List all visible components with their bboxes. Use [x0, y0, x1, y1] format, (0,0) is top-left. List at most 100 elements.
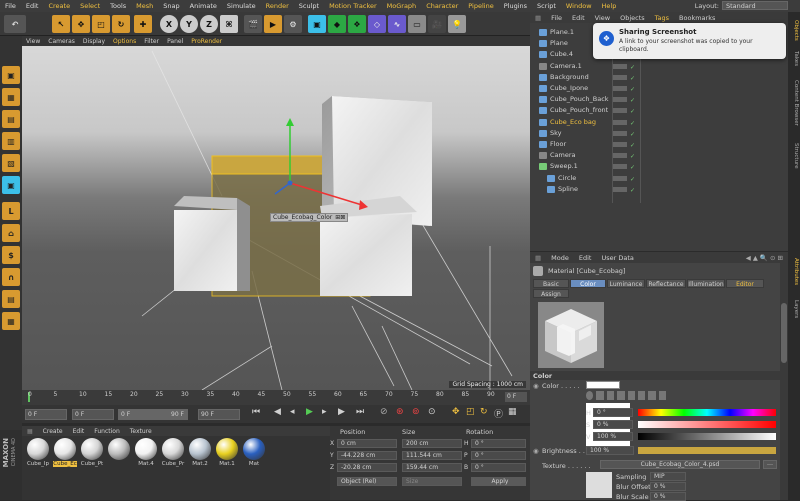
visibility-toggle[interactable]: [613, 86, 627, 91]
model-mode-icon[interactable]: ▦: [2, 88, 20, 106]
objects-menu-bookmarks[interactable]: Bookmarks: [674, 14, 720, 22]
menu-sculpt[interactable]: Sculpt: [294, 2, 324, 10]
menu-motion-tracker[interactable]: Motion Tracker: [324, 2, 382, 10]
object-row[interactable]: Cube_Pouch_Back ✓: [530, 94, 788, 105]
select-tool-icon[interactable]: ↖: [52, 15, 70, 33]
color-radio-icon[interactable]: ◉: [533, 382, 539, 390]
go-to-start-icon[interactable]: ⏮: [252, 407, 260, 417]
visibility-toggle[interactable]: [613, 108, 627, 114]
viewport-menu-display[interactable]: Display: [79, 38, 109, 45]
material-item[interactable]: Mat.4: [134, 437, 158, 471]
parameter-key-icon[interactable]: Ⓟ: [494, 407, 503, 420]
menu-create[interactable]: Create: [43, 2, 75, 10]
tweak-icon[interactable]: ⌂: [2, 224, 20, 242]
texture-mode-icon[interactable]: ▤: [2, 110, 20, 128]
texture-browse-button[interactable]: …: [763, 460, 777, 469]
render-view-icon[interactable]: 🎬: [244, 15, 262, 33]
value-slider[interactable]: [638, 433, 776, 440]
rotation-h-field[interactable]: 0 °: [471, 439, 526, 448]
light-icon[interactable]: 💡: [448, 15, 466, 33]
planar-workplane-icon[interactable]: ▦: [2, 312, 20, 330]
material-item[interactable]: Cube_Ec: [53, 437, 77, 471]
sampling-dropdown[interactable]: MIP: [650, 472, 686, 481]
size-x-field[interactable]: 200 cm: [402, 439, 462, 448]
cube-icon[interactable]: ▣: [308, 15, 326, 33]
layout-dropdown[interactable]: Standard: [722, 1, 788, 10]
texture-file-field[interactable]: Cube_Ecobag_Color_4.psd: [600, 460, 760, 469]
array-icon[interactable]: ❖: [348, 15, 366, 33]
visibility-toggle[interactable]: [613, 186, 627, 192]
axis-mode-icon[interactable]: L: [2, 202, 20, 220]
menu-pipeline[interactable]: Pipeline: [463, 2, 498, 10]
visibility-toggle[interactable]: [613, 119, 627, 125]
position-x-field[interactable]: 0 cm: [337, 439, 397, 448]
material-item[interactable]: Mat.2: [188, 437, 212, 471]
next-frame-icon[interactable]: ▸: [322, 407, 327, 417]
objects-menu-file[interactable]: File: [546, 14, 567, 22]
objects-menu-edit[interactable]: Edit: [567, 14, 590, 22]
make-editable-icon[interactable]: ▣: [2, 66, 20, 84]
brightness-field[interactable]: 100 %: [586, 446, 634, 455]
visibility-toggle[interactable]: [613, 130, 627, 136]
tab-assign[interactable]: Assign: [533, 289, 569, 298]
object-row[interactable]: Cube_Eco bag ✓: [530, 117, 788, 128]
side-tab-objects[interactable]: Objects: [789, 16, 799, 44]
menu-window[interactable]: Window: [561, 2, 597, 10]
blur-offset-field[interactable]: 0 %: [650, 482, 686, 491]
attribute-scrollbar[interactable]: [780, 263, 788, 500]
menu-help[interactable]: Help: [597, 2, 622, 10]
rotate-tool-icon[interactable]: ↻: [112, 15, 130, 33]
scrollbar-thumb[interactable]: [781, 303, 787, 363]
material-menu-texture[interactable]: Texture: [125, 428, 157, 435]
scale-key-icon[interactable]: ◰: [466, 407, 475, 417]
position-key-icon[interactable]: ✥: [452, 407, 460, 417]
coordinate-mode-dropdown[interactable]: Object (Rel): [337, 477, 397, 486]
apply-button[interactable]: Apply: [471, 477, 526, 486]
recent-tool-icon[interactable]: ✚: [134, 15, 152, 33]
material-menu-create[interactable]: Create: [38, 428, 68, 435]
objects-menu-tags[interactable]: Tags: [650, 14, 674, 22]
object-row[interactable]: Background ✓: [530, 72, 788, 83]
spectrum-icon[interactable]: [596, 391, 604, 400]
object-row[interactable]: Camera ✓: [530, 150, 788, 161]
menu-render[interactable]: Render: [261, 2, 294, 10]
pla-key-icon[interactable]: ▦: [508, 407, 517, 417]
previous-key-icon[interactable]: ◀: [274, 407, 281, 417]
snap-icon[interactable]: $: [2, 246, 20, 264]
menu-select[interactable]: Select: [75, 2, 105, 10]
next-key-icon[interactable]: ▶: [338, 407, 345, 417]
scale-tool-icon[interactable]: ◰: [92, 15, 110, 33]
object-row[interactable]: Sweep.1 ✓: [530, 161, 788, 172]
tab-reflectance[interactable]: Reflectance: [646, 279, 686, 288]
axis-z-button[interactable]: Z: [200, 15, 218, 33]
size-y-field[interactable]: 111.544 cm: [402, 451, 462, 460]
attr-menu-user-data[interactable]: User Data: [596, 254, 638, 262]
size-mode-dropdown[interactable]: Size: [402, 477, 462, 486]
color-swatch[interactable]: [586, 381, 620, 389]
object-row[interactable]: Circle ✓: [530, 173, 788, 184]
hue-slider[interactable]: [638, 409, 776, 416]
kelvin-icon[interactable]: [637, 391, 646, 400]
menu-file[interactable]: File: [0, 2, 21, 10]
go-to-end-icon[interactable]: ⏭: [356, 407, 364, 417]
swatches-icon[interactable]: [658, 391, 666, 400]
object-row[interactable]: Floor ✓: [530, 139, 788, 150]
tab-illumination[interactable]: Illumination: [687, 279, 725, 288]
object-row[interactable]: Camera.1 ✓: [530, 61, 788, 72]
material-item[interactable]: Cube_Ip: [26, 437, 50, 471]
undo-icon[interactable]: ↶: [4, 15, 26, 33]
material-item[interactable]: Mat.1: [215, 437, 239, 471]
menu-character[interactable]: Character: [421, 2, 463, 10]
color-wheel-icon[interactable]: [586, 391, 594, 400]
spline-icon[interactable]: ∿: [388, 15, 406, 33]
visibility-toggle[interactable]: [613, 97, 627, 103]
visibility-toggle[interactable]: [613, 74, 627, 80]
material-item[interactable]: Cube_Pr: [161, 437, 185, 471]
objects-menu-objects[interactable]: Objects: [615, 14, 650, 22]
menu-edit[interactable]: Edit: [21, 2, 44, 10]
axis-x-button[interactable]: X: [160, 15, 178, 33]
menu-plugins[interactable]: Plugins: [499, 2, 532, 10]
deformer-icon[interactable]: ◇: [368, 15, 386, 33]
visibility-toggle[interactable]: [613, 153, 627, 159]
menu-animate[interactable]: Animate: [185, 2, 222, 10]
